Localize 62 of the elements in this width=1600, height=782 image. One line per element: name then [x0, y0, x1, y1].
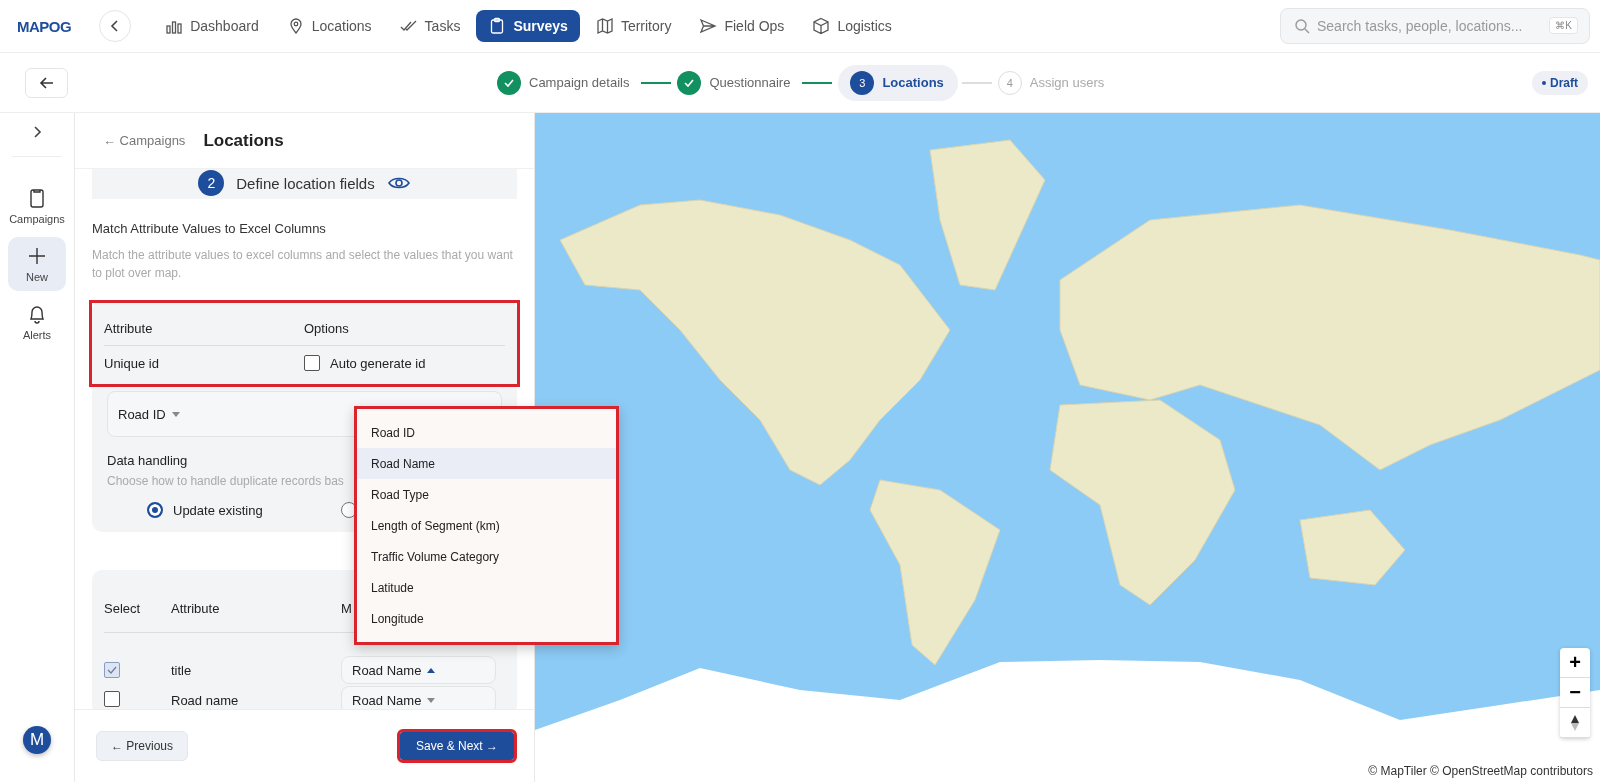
sidebar-item[interactable]: Alerts — [8, 295, 66, 349]
attribute-name: title — [171, 662, 193, 678]
arrow-left-icon — [38, 74, 55, 91]
back-button[interactable] — [99, 10, 132, 42]
cube-icon — [812, 17, 831, 35]
plus-icon — [26, 245, 48, 267]
column-header: Options — [304, 320, 350, 336]
radio-label: Update existing — [173, 502, 263, 518]
dropdown-option[interactable]: Road Name — [357, 448, 616, 479]
dropdown-option[interactable]: Traffic Volume Category — [357, 541, 616, 572]
dropdown-option[interactable]: Road Type — [357, 479, 616, 510]
nav-tab[interactable]: Dashboard — [153, 10, 271, 42]
row-checkbox[interactable] — [104, 690, 120, 707]
column-header: M — [341, 600, 352, 616]
data-handling-description: Choose how to handle duplicate records bas — [107, 474, 344, 488]
nav-tab[interactable]: Field Ops — [687, 10, 797, 42]
search-icon — [1294, 18, 1310, 34]
row-checkbox[interactable] — [104, 661, 120, 678]
step-label: Define location fields — [236, 174, 375, 192]
previous-button[interactable]: ← Previous — [96, 731, 189, 761]
nav-tab[interactable]: Locations — [274, 10, 384, 42]
paper-plane-icon — [699, 17, 718, 35]
zoom-out-button[interactable]: − — [1560, 678, 1590, 708]
nav-tab[interactable]: Surveys — [476, 10, 580, 42]
dropdown-option[interactable]: Length of Segment (km) — [357, 510, 616, 541]
nav-tab[interactable]: Tasks — [387, 10, 473, 42]
column-select[interactable]: Road Name — [341, 686, 496, 709]
dropdown-option[interactable]: Latitude — [357, 572, 616, 603]
nav-tab[interactable]: Logistics — [800, 10, 904, 42]
save-next-button[interactable]: Save & Next → — [399, 732, 514, 760]
attribute-name: Road name — [171, 692, 240, 708]
sidebar-item[interactable]: Campaigns — [8, 179, 66, 233]
section-description: Match the attribute values to excel columns and select the values that you want to plot over map. — [92, 247, 514, 282]
column-select[interactable]: Road Name — [341, 656, 496, 684]
stepper-step[interactable]: Questionnaire — [677, 64, 799, 101]
stepper-step[interactable]: 3 Locations — [838, 64, 958, 101]
checkbox[interactable] — [304, 355, 320, 371]
radio-button[interactable] — [147, 502, 163, 518]
stepper-step[interactable]: Campaign details — [497, 64, 638, 101]
column-header: Attribute — [171, 600, 221, 616]
sidebar-item[interactable]: New — [8, 237, 66, 291]
step-number: 2 — [198, 170, 225, 196]
checkbox-label: Auto generate id — [330, 355, 426, 371]
dropdown-option[interactable]: Longitude — [357, 603, 616, 634]
breadcrumb-link[interactable]: ← Campaigns — [103, 133, 186, 148]
auto-id-checkbox[interactable]: Auto generate id — [304, 355, 504, 371]
back-button[interactable] — [25, 67, 68, 98]
column-header: Attribute — [104, 320, 154, 336]
nav-tab[interactable]: Territory — [583, 10, 684, 42]
eye-icon[interactable] — [386, 175, 411, 191]
user-avatar[interactable]: M — [23, 726, 51, 754]
page-title: Locations — [203, 130, 284, 151]
zoom-in-button[interactable]: + — [1560, 648, 1590, 678]
data-handling-title: Data handling — [107, 453, 188, 468]
column-header: Select — [104, 600, 142, 616]
folded-map-icon — [595, 17, 614, 35]
section-title: Match Attribute Values to Excel Columns — [92, 221, 327, 236]
attribute-name: Unique id — [104, 355, 160, 371]
status-badge: Draft — [1532, 70, 1588, 95]
logo: MAPOG — [17, 17, 72, 35]
shortcut-hint: ⌘K — [1549, 17, 1578, 34]
map-attribution: © MapTiler © OpenStreetMap contributors — [1365, 764, 1596, 778]
